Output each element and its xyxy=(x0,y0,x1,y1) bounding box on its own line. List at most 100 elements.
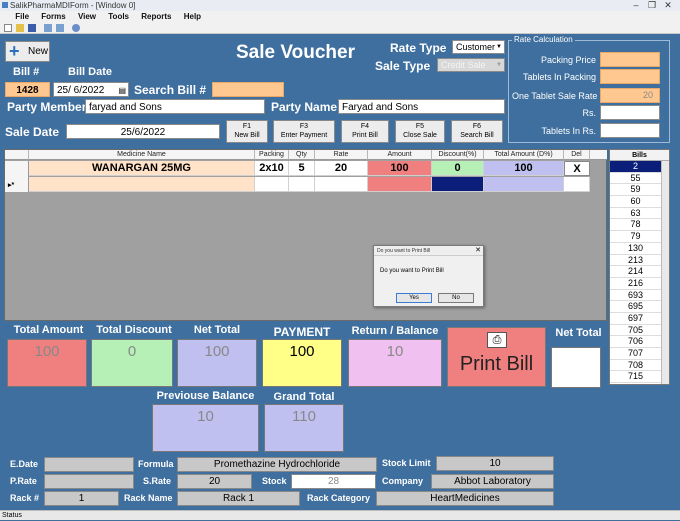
bill-no-field[interactable]: 1428 xyxy=(5,82,50,97)
print-bill-button[interactable]: ⎙ Print Bill xyxy=(447,327,546,387)
menu-bar: File Forms View Tools Reports Help xyxy=(0,11,680,22)
open-folder-icon[interactable] xyxy=(16,24,24,32)
bill-no-label: Bill # xyxy=(13,66,40,78)
list-item[interactable]: 130 xyxy=(610,243,661,255)
list-item[interactable]: 693 xyxy=(610,290,661,302)
menu-view[interactable]: View xyxy=(73,11,101,22)
minimize-icon[interactable]: – xyxy=(628,0,644,11)
menu-forms[interactable]: Forms xyxy=(36,11,70,22)
menu-reports[interactable]: Reports xyxy=(136,11,176,22)
yes-button[interactable]: Yes xyxy=(396,293,432,303)
cell-del-button[interactable]: X xyxy=(564,161,590,176)
grid-header-filler xyxy=(590,150,607,160)
bills-list[interactable]: Bills 2 55 59 60 63 78 79 130 213 214 21… xyxy=(609,149,670,385)
stock-limit-field[interactable]: 10 xyxy=(436,456,554,471)
list-item[interactable]: 697 xyxy=(610,313,661,325)
bill-date-picker[interactable]: 25/ 6/2022 ▤ xyxy=(53,82,129,97)
new-button[interactable]: + New xyxy=(5,41,50,62)
no-button[interactable]: No xyxy=(438,293,474,303)
new-cell-rate[interactable] xyxy=(315,177,368,192)
grand-total-label: Grand Total xyxy=(273,391,335,403)
f3-enter-payment-button[interactable]: F3 Enter Payment xyxy=(273,120,335,143)
rate-calculation-title: Rate Calculation xyxy=(512,35,575,44)
rack-name-field[interactable]: Rack 1 xyxy=(177,491,300,506)
new-cell-amount[interactable] xyxy=(368,177,432,192)
new-row-marker: ▸* xyxy=(8,182,15,189)
help-icon[interactable] xyxy=(72,24,80,32)
rs-field[interactable] xyxy=(600,105,660,120)
sale-type-select[interactable]: Credit Sale ▼ xyxy=(437,58,505,72)
rate-type-value: Customer xyxy=(456,42,496,52)
f1-new-bill-button[interactable]: F1 New Bill xyxy=(226,120,268,143)
sale-date-field[interactable]: 25/6/2022 xyxy=(66,124,220,139)
f4-print-bill-button[interactable]: F4 Print Bill xyxy=(341,120,389,143)
list-item[interactable]: 2 xyxy=(610,161,661,173)
f6-search-bill-button[interactable]: F6 Search Bill xyxy=(451,120,503,143)
list-item[interactable]: 214 xyxy=(610,266,661,278)
total-discount-label: Total Discount xyxy=(96,324,172,336)
list-item[interactable]: 59 xyxy=(610,184,661,197)
party-name-field[interactable]: Faryad and Sons xyxy=(338,99,505,114)
tablets-in-packing-field[interactable] xyxy=(600,69,660,84)
list-item[interactable]: 55 xyxy=(610,173,661,185)
rack-category-field[interactable]: HeartMedicines xyxy=(376,491,554,506)
srate-field[interactable]: 20 xyxy=(177,474,252,489)
tablets-in-rs-field[interactable] xyxy=(600,123,660,138)
bills-header: Bills xyxy=(610,150,669,161)
list-item[interactable]: 213 xyxy=(610,255,661,267)
close-icon[interactable]: ✕ xyxy=(475,246,481,256)
prate-field[interactable] xyxy=(44,474,134,489)
new-cell-qty[interactable] xyxy=(289,177,315,192)
company-field[interactable]: Abbot Laboratory xyxy=(431,474,554,489)
search-bill-input[interactable] xyxy=(212,82,284,97)
list-item[interactable]: 79 xyxy=(610,231,661,243)
menu-file[interactable]: File xyxy=(10,11,34,22)
rate-type-select[interactable]: Customer ▼ xyxy=(452,40,505,54)
cell-amount[interactable]: 100 xyxy=(368,161,432,176)
new-cell-total-amount[interactable] xyxy=(484,177,564,192)
list-item[interactable]: 705 xyxy=(610,325,661,337)
menu-help[interactable]: Help xyxy=(179,11,206,22)
list-item[interactable]: 695 xyxy=(610,301,661,313)
cell-discount[interactable]: 0 xyxy=(432,161,484,176)
restore-icon[interactable]: ❐ xyxy=(644,0,660,11)
list-item[interactable]: 715 xyxy=(610,371,661,384)
one-tablet-rate-field[interactable]: 20 xyxy=(600,88,660,103)
cell-total-amount[interactable]: 100 xyxy=(484,161,564,176)
new-cell-del[interactable] xyxy=(564,177,590,192)
packing-price-field[interactable] xyxy=(600,52,660,67)
cell-medicine-name[interactable]: WANARGAN 25MG xyxy=(29,161,255,176)
list-item[interactable]: 706 xyxy=(610,336,661,348)
list-item[interactable]: 707 xyxy=(610,348,661,360)
f5-close-sale-button[interactable]: F5 Close Sale xyxy=(395,120,445,143)
close-icon[interactable]: ✕ xyxy=(660,0,676,11)
new-cell-packing[interactable] xyxy=(255,177,289,192)
company-label: Company xyxy=(382,476,424,486)
app-icon xyxy=(2,2,8,8)
new-cell-medicine-name[interactable] xyxy=(29,177,255,192)
tablets-in-packing-label: Tablets In Packing xyxy=(522,72,596,82)
menu-tools[interactable]: Tools xyxy=(103,11,134,22)
new-cell-discount[interactable] xyxy=(432,177,484,192)
list-item[interactable]: 708 xyxy=(610,360,661,372)
list-item[interactable]: 60 xyxy=(610,196,661,208)
new-file-icon[interactable] xyxy=(4,24,12,32)
list-item[interactable]: 78 xyxy=(610,219,661,232)
payment-field[interactable]: 100 xyxy=(262,339,342,387)
formula-field[interactable]: Promethazine Hydrochloride xyxy=(177,457,377,472)
list-item[interactable]: 63 xyxy=(610,208,661,220)
copy-icon[interactable] xyxy=(56,24,64,32)
cut-icon[interactable] xyxy=(44,24,52,32)
col-total-amount: Total Amount (D%) xyxy=(484,150,564,160)
rack-no-field[interactable]: 1 xyxy=(44,491,119,506)
bills-scrollbar[interactable] xyxy=(661,161,669,384)
stock-field[interactable]: 28 xyxy=(291,474,376,489)
party-member-field[interactable]: faryad and Sons xyxy=(85,99,265,114)
cell-qty[interactable]: 5 xyxy=(289,161,315,176)
save-icon[interactable] xyxy=(28,24,36,32)
medicine-grid[interactable]: Medicine Name Packing Qty Rate Amount Di… xyxy=(4,149,607,321)
cell-packing[interactable]: 2x10 xyxy=(255,161,289,176)
cell-rate[interactable]: 20 xyxy=(315,161,368,176)
list-item[interactable]: 216 xyxy=(610,278,661,290)
edate-field[interactable] xyxy=(44,457,134,472)
